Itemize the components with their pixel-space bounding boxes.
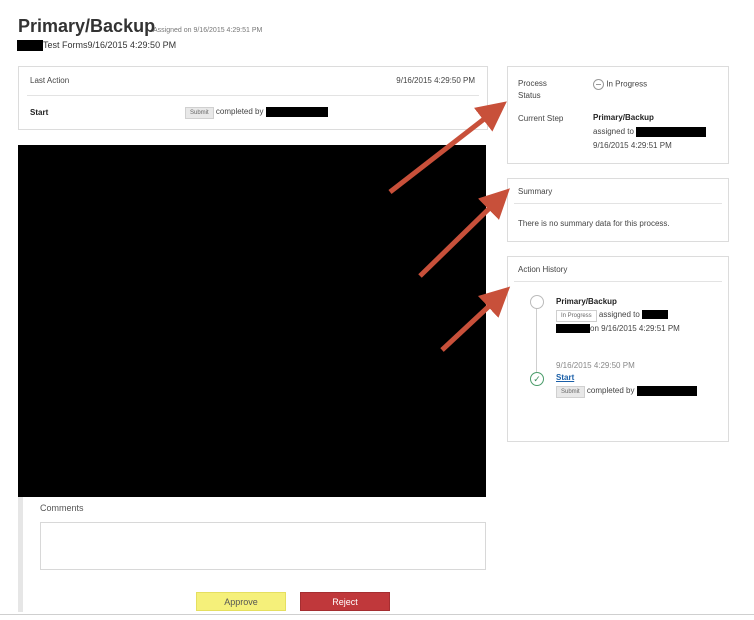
- arrow-summary-icon: [418, 188, 510, 278]
- arrow-process-status-icon: [388, 101, 507, 194]
- annotation-arrows: [388, 101, 511, 352]
- arrow-action-history-icon: [440, 286, 511, 352]
